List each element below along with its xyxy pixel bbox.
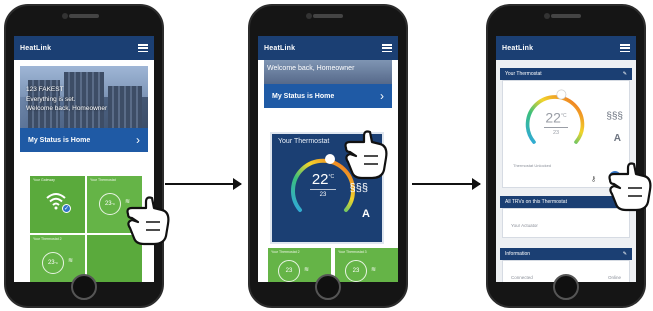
hand-pointer-icon (126, 196, 170, 246)
greeting-text: Welcome back, Homeowner (26, 105, 108, 112)
temp-dial: 23 °C (99, 193, 121, 215)
pencil-icon[interactable]: ✎ (623, 71, 627, 77)
target-temp: 22 (311, 171, 329, 188)
status-button[interactable]: My Status is Home › (20, 128, 148, 152)
pencil-icon[interactable]: ✎ (623, 251, 627, 257)
temp-dial: 23 °C (42, 252, 64, 274)
app-header: HeatLink (496, 36, 636, 60)
check-icon: ✓ (62, 204, 71, 213)
auto-mode-icon[interactable]: A (362, 208, 370, 220)
brand-logo: HeatLink (264, 44, 296, 52)
temp-readout: 22°C 23 (525, 109, 587, 136)
phone-speaker (69, 14, 99, 18)
heat-waves-icon: §§§ (606, 111, 623, 122)
section-title: All TRVs on this Thermostat (505, 199, 567, 205)
temp-unit: °C (560, 113, 567, 119)
information-section-header: Information ✎ (500, 248, 632, 260)
chevron-right-icon: › (136, 133, 140, 147)
temp-value: 23 (104, 201, 112, 207)
phone-frame-1: HeatLink 123 FAKEST Everything is set. W… (4, 4, 170, 308)
tile-label: Your Thermostat 3 (338, 250, 367, 254)
hero-image: 123 FAKEST Everything is set. Welcome ba… (20, 66, 148, 128)
temp-value: 23 (352, 268, 360, 274)
section-title: Information (505, 251, 531, 257)
status-message: Everything is set. (26, 96, 76, 103)
temp-unit: °C (54, 261, 59, 265)
greeting-text: Welcome back, Homeowner (267, 65, 355, 72)
hand-pointer-icon (608, 162, 652, 212)
tile-label: Your Gateway (33, 178, 55, 182)
key-icon[interactable]: ⚷ (591, 175, 596, 183)
heat-waves-icon: ≋ (68, 258, 74, 264)
connection-label: Connected (511, 275, 533, 280)
phone-speaker (313, 14, 343, 18)
flow-arrow-2 (412, 178, 481, 190)
current-temp: 23 (552, 129, 560, 136)
temp-dial: 23 (278, 260, 300, 282)
auto-mode-icon[interactable]: A (614, 133, 621, 144)
phone-speaker (551, 14, 581, 18)
tile-label: Your Thermostat (90, 178, 116, 182)
home-button[interactable] (71, 274, 97, 300)
menu-icon[interactable] (382, 44, 392, 52)
heat-waves-icon: ≋ (304, 267, 310, 273)
home-button[interactable] (553, 274, 579, 300)
actuator-label[interactable]: Your Actuator (511, 223, 538, 228)
heat-waves-icon: §§§ (349, 182, 368, 194)
brand-logo: HeatLink (20, 44, 52, 52)
address-text: 123 FAKEST (26, 86, 64, 93)
card-title: Your Thermostat (278, 138, 330, 145)
lock-status: Thermostat Unlocked (513, 163, 552, 168)
status-label: My Status is Home (28, 136, 91, 144)
temp-unit: °C (328, 174, 335, 180)
hero-image: Welcome back, Homeowner (264, 60, 392, 84)
app-header: HeatLink (258, 36, 398, 60)
phone-camera (62, 13, 68, 19)
home-button[interactable] (315, 274, 341, 300)
temp-unit: °C (111, 202, 116, 206)
flow-arrow-1 (165, 178, 242, 190)
section-title: Your Thermostat (505, 71, 542, 77)
status-button[interactable]: My Status is Home › (264, 84, 392, 108)
app-header: HeatLink (14, 36, 154, 60)
tile-gateway[interactable]: Your Gateway ✓ (30, 176, 85, 233)
status-label: My Status is Home (272, 92, 335, 100)
chevron-right-icon: › (380, 89, 384, 103)
tile-label: Your Thermostat 2 (271, 250, 300, 254)
brand-logo: HeatLink (502, 44, 534, 52)
phone-camera (306, 13, 312, 19)
temp-dial: 23 (345, 260, 367, 282)
tile-label: Your Thermostat 2 (33, 237, 62, 241)
menu-icon[interactable] (620, 44, 630, 52)
phone-frame-3: HeatLink Your Thermostat ✎ 22°C 23 §§§ A… (486, 4, 652, 308)
phone-camera (544, 13, 550, 19)
connection-value: Online (607, 275, 621, 280)
menu-icon[interactable] (138, 44, 148, 52)
target-temp: 22 (545, 109, 561, 126)
heat-waves-icon: ≋ (371, 267, 377, 273)
phone-frame-2: HeatLink Welcome back, Homeowner My Stat… (248, 4, 408, 308)
temp-value: 23 (47, 260, 55, 266)
thermostat-section-header: Your Thermostat ✎ (500, 68, 632, 80)
temp-value: 23 (285, 268, 293, 274)
current-temp: 23 (319, 192, 327, 198)
hand-pointer-icon (344, 130, 388, 180)
tile-thermostat-3[interactable]: Your Thermostat 3 23 ≋ (335, 248, 398, 282)
